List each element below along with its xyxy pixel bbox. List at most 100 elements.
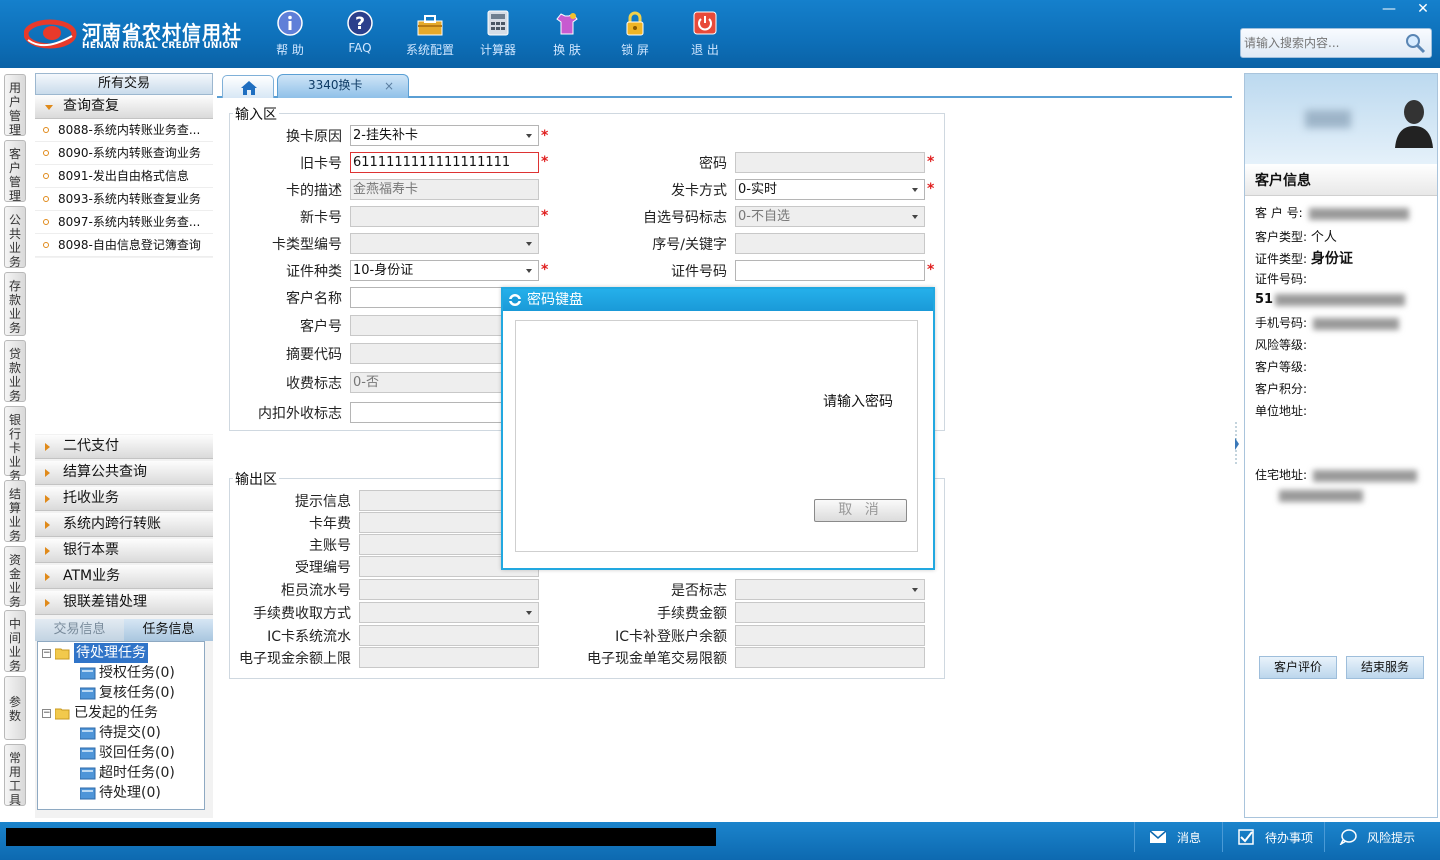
vtab-deposit-business[interactable]: 存款业务 (4, 272, 26, 336)
fee-method-select[interactable] (359, 602, 539, 623)
password-input[interactable] (735, 152, 925, 173)
system-config-button[interactable]: 系统配置 (395, 8, 465, 62)
change-skin-button[interactable]: 换 肤 (532, 8, 602, 62)
deduct-flag-input[interactable] (350, 402, 510, 423)
dropdown-arrow-icon (526, 611, 532, 615)
vtab-parameters[interactable]: 参数 (4, 676, 26, 740)
customer-points-row: 客户积分: (1255, 382, 1308, 396)
customer-name-redacted (1305, 110, 1351, 128)
flag-select[interactable] (735, 579, 925, 600)
vtab-bank-card-business[interactable]: 银行卡业务 (4, 406, 26, 483)
self-number-select[interactable]: 0-不自选 (735, 206, 925, 227)
panel-splitter[interactable] (1233, 420, 1241, 468)
reason-select[interactable]: 2-挂失补卡 (350, 125, 539, 146)
group-query-reply[interactable]: 查询查复 (35, 95, 213, 119)
new-card-input[interactable] (350, 206, 539, 227)
customer-no-input[interactable] (350, 315, 510, 336)
vtab-loan-business[interactable]: 贷款业务 (4, 340, 26, 403)
tree-node-review-task[interactable]: 复核任务(0) (80, 683, 175, 703)
transaction-item[interactable]: 8093-系统内转账查复业务 (35, 188, 213, 211)
search-box (1240, 28, 1432, 58)
fee-flag-input[interactable]: 0-否 (350, 372, 510, 393)
group-unionpay-error[interactable]: 银联差错处理 (35, 591, 213, 615)
phone-row: 手机号码: (1255, 314, 1400, 331)
vtab-fund-business[interactable]: 资金业务 (4, 546, 26, 609)
logo-text-en: HENAN RURAL CREDIT UNION (82, 41, 239, 51)
id-number-row: 证件号码: (1255, 272, 1308, 286)
faq-label: FAQ (348, 41, 372, 55)
dropdown-arrow-icon (526, 134, 532, 138)
folder-open-icon (55, 648, 70, 659)
output-field (735, 625, 925, 646)
seq-key-label: 序号/关键字 (652, 237, 727, 253)
id-type-select[interactable]: 10-身份证 (350, 260, 539, 281)
bullet-icon (43, 173, 49, 179)
vtab-settlement-business[interactable]: 结算业务 (4, 480, 26, 543)
exit-button[interactable]: 退 出 (670, 8, 740, 62)
old-card-label: 旧卡号 (300, 156, 342, 172)
card-type-select[interactable] (350, 233, 539, 254)
output-label: 柜员流水号 (281, 583, 351, 599)
required-mark: * (927, 262, 935, 278)
customer-name-input[interactable] (350, 287, 510, 308)
issue-method-select[interactable]: 0-实时 (735, 179, 925, 200)
redacted-value (1275, 293, 1406, 306)
tree-node-rejected[interactable]: 驳回任务(0) (80, 743, 175, 763)
collapse-icon[interactable]: − (42, 708, 51, 718)
dropdown-arrow-icon (912, 588, 918, 592)
tree-node-pending[interactable]: − 待处理任务 (42, 643, 148, 663)
tree-node-auth-task[interactable]: 授权任务(0) (80, 663, 175, 683)
seq-key-input[interactable] (735, 233, 925, 254)
transaction-item[interactable]: 8088-系统内转账业务查... (35, 119, 213, 142)
lock-screen-button[interactable]: 锁 屏 (600, 8, 670, 62)
close-tab-icon[interactable]: × (384, 76, 394, 96)
cancel-button[interactable]: 取 消 (814, 499, 907, 522)
vtab-user-management[interactable]: 用户管理 (4, 74, 26, 137)
customer-evaluation-button[interactable]: 客户评价 (1259, 656, 1337, 679)
end-service-button[interactable]: 结束服务 (1346, 656, 1424, 679)
group-atm-business[interactable]: ATM业务 (35, 565, 213, 589)
tab-transaction-info[interactable]: 交易信息 (35, 619, 124, 641)
transaction-item[interactable]: 8098-自由信息登记簿查询 (35, 234, 213, 257)
calculator-button[interactable]: 计算器 (463, 8, 533, 62)
tree-node-to-process[interactable]: 待处理(0) (80, 783, 161, 803)
risk-alert-button[interactable]: 风险提示 (1324, 822, 1440, 852)
group-settlement-query[interactable]: 结算公共查询 (35, 461, 213, 485)
chevron-right-icon (45, 573, 50, 581)
search-input[interactable] (1244, 33, 1404, 53)
vtab-intermediary-business[interactable]: 中间业务 (4, 610, 26, 673)
tab-card-replacement[interactable]: 3340换卡 × (277, 74, 409, 98)
close-window-button[interactable]: ✕ (1406, 0, 1440, 20)
old-card-input[interactable]: 6111111111111111111 (350, 152, 539, 173)
todo-button[interactable]: 待办事项 (1222, 822, 1324, 852)
vtab-public-business[interactable]: 公共业务 (4, 206, 26, 269)
customer-name-label: 客户名称 (286, 291, 342, 307)
tree-node-timeout[interactable]: 超时任务(0) (80, 763, 175, 783)
group-interbank-transfer[interactable]: 系统内跨行转账 (35, 513, 213, 537)
faq-button[interactable]: ? FAQ (325, 8, 395, 62)
messages-button[interactable]: 消息 (1134, 822, 1222, 852)
vtab-customer-management[interactable]: 客户管理 (4, 140, 26, 203)
transaction-item[interactable]: 8097-系统内转账业务查... (35, 211, 213, 234)
tree-node-initiated[interactable]: − 已发起的任务 (42, 703, 158, 723)
transaction-item[interactable]: 8091-发出自由格式信息 (35, 165, 213, 188)
summary-code-input[interactable] (350, 343, 510, 364)
tab-task-info[interactable]: 任务信息 (124, 619, 213, 641)
id-number-input[interactable] (735, 260, 925, 281)
collapse-icon[interactable]: − (42, 648, 51, 658)
deduct-flag-label: 内扣外收标志 (258, 406, 342, 422)
transaction-item[interactable]: 8090-系统内转账查询业务 (35, 142, 213, 165)
group-bank-draft[interactable]: 银行本票 (35, 539, 213, 563)
search-icon[interactable] (1403, 32, 1427, 54)
home-icon (241, 81, 257, 95)
tab-home[interactable] (222, 75, 274, 98)
toolbox-icon (417, 15, 443, 36)
tree-node-to-submit[interactable]: 待提交(0) (80, 723, 161, 743)
vtab-common-tools[interactable]: 常用工具 (4, 744, 26, 807)
redacted-value (1279, 489, 1363, 502)
card-desc-input[interactable]: 金燕福寿卡 (350, 179, 539, 200)
group-second-gen-payment[interactable]: 二代支付 (35, 435, 213, 459)
help-button[interactable]: 帮 助 (255, 8, 325, 62)
group-collection-business[interactable]: 托收业务 (35, 487, 213, 511)
minimize-button[interactable]: — (1372, 0, 1406, 20)
